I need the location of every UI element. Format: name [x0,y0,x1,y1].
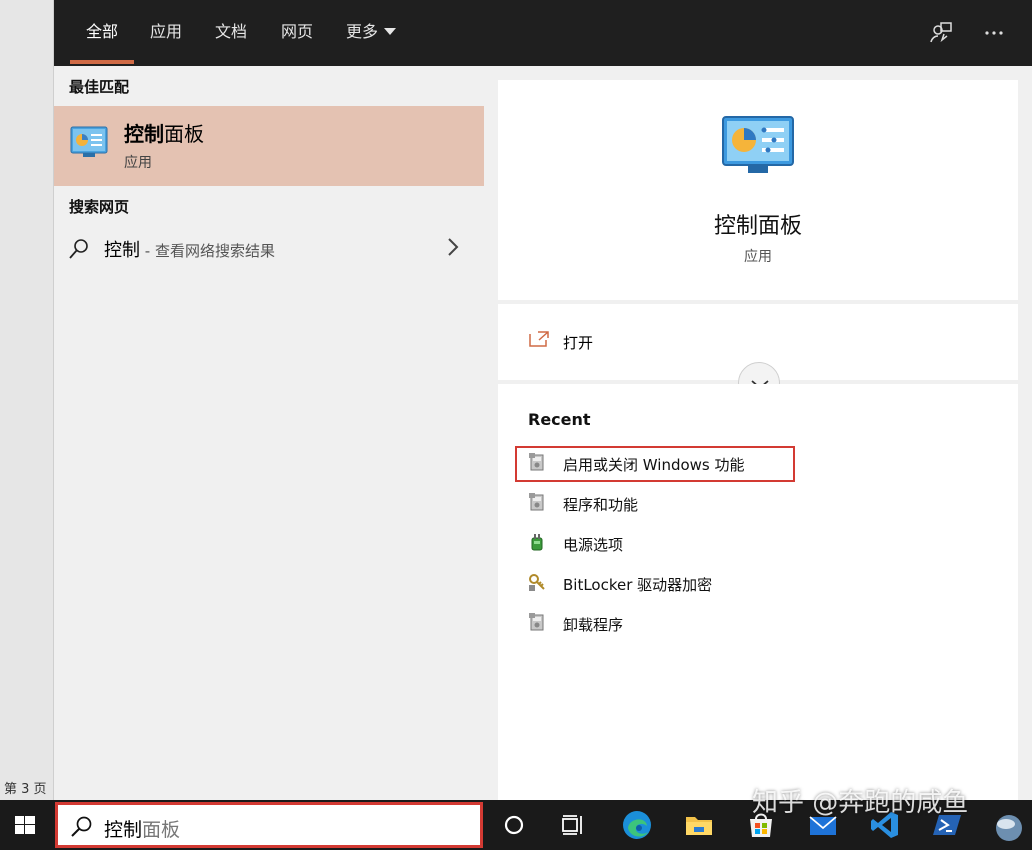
windows-logo-icon [15,816,35,834]
tab-all[interactable]: 全部 [69,0,135,66]
search-filter-bar: 全部 应用 文档 网页 更多 [54,0,1032,66]
chevron-down-icon [384,28,397,35]
recent-item-label: BitLocker 驱动器加密 [563,576,713,594]
chevron-right-icon [448,238,459,256]
preview-app-title: 控制面板 [713,214,802,239]
best-match-title: 控制面板 [124,122,204,146]
weather-icon[interactable] [992,808,1026,842]
best-match-subtitle: 应用 [124,155,152,171]
preview-panel: 控制面板 应用 打开 Recent 启用或关闭 Windows 功能 程序和功能… [484,66,1032,800]
tab-apps[interactable]: 应用 [150,0,182,66]
recent-item-label: 程序和功能 [563,496,639,514]
web-search-term: 控制 - 查看网络搜索结果 [104,240,275,261]
programs-icon [529,493,544,511]
recent-item-label: 启用或关闭 Windows 功能 [563,456,745,474]
start-button[interactable] [0,800,54,850]
search-icon [71,816,92,837]
file-explorer-icon[interactable] [682,808,716,842]
recent-item-label: 电源选项 [563,536,624,554]
more-options-icon[interactable] [979,18,1009,48]
recent-heading: Recent [528,410,591,429]
control-panel-icon [70,126,108,157]
powershell-icon[interactable] [930,808,964,842]
best-match-result[interactable]: 控制面板 应用 [54,106,484,186]
best-match-heading: 最佳匹配 [69,78,130,96]
power-options-icon [531,534,543,551]
background-document-edge [0,0,54,800]
web-search-result[interactable]: 控制 - 查看网络搜索结果 [54,228,484,270]
preview-app-subtitle: 应用 [744,249,772,265]
bitlocker-key-icon [529,574,545,591]
recent-item-label: 卸载程序 [563,616,624,634]
taskbar: 控制面板 [0,800,1032,850]
feedback-icon[interactable] [926,18,956,48]
mail-icon[interactable] [806,808,840,842]
edge-icon[interactable] [620,808,654,842]
vscode-icon[interactable] [868,808,902,842]
tab-more[interactable]: 更多 [346,0,397,66]
search-icon [69,239,88,259]
page-number-label: 第 3 页 [4,782,47,797]
search-web-heading: 搜索网页 [69,198,130,216]
control-panel-large-icon [722,116,794,173]
store-icon[interactable] [744,808,778,842]
task-view-icon[interactable] [556,808,590,842]
tab-web[interactable]: 网页 [281,0,313,66]
tab-documents[interactable]: 文档 [215,0,247,66]
app-preview-card: 控制面板 应用 [498,80,1018,300]
open-external-icon [529,331,549,347]
tab-more-label: 更多 [346,22,379,41]
programs-icon [529,453,544,471]
search-query-text: 控制面板 [104,819,181,841]
taskbar-search-input[interactable]: 控制面板 [55,802,483,848]
cortana-icon[interactable] [497,808,531,842]
open-action-label: 打开 [563,334,594,352]
programs-icon [529,613,544,631]
recent-card: Recent 启用或关闭 Windows 功能 程序和功能 电源选项 BitLo… [498,384,1018,800]
results-panel: 最佳匹配 控制面板 应用 搜索网页 控制 - 查看网络搜索结果 [54,66,484,800]
